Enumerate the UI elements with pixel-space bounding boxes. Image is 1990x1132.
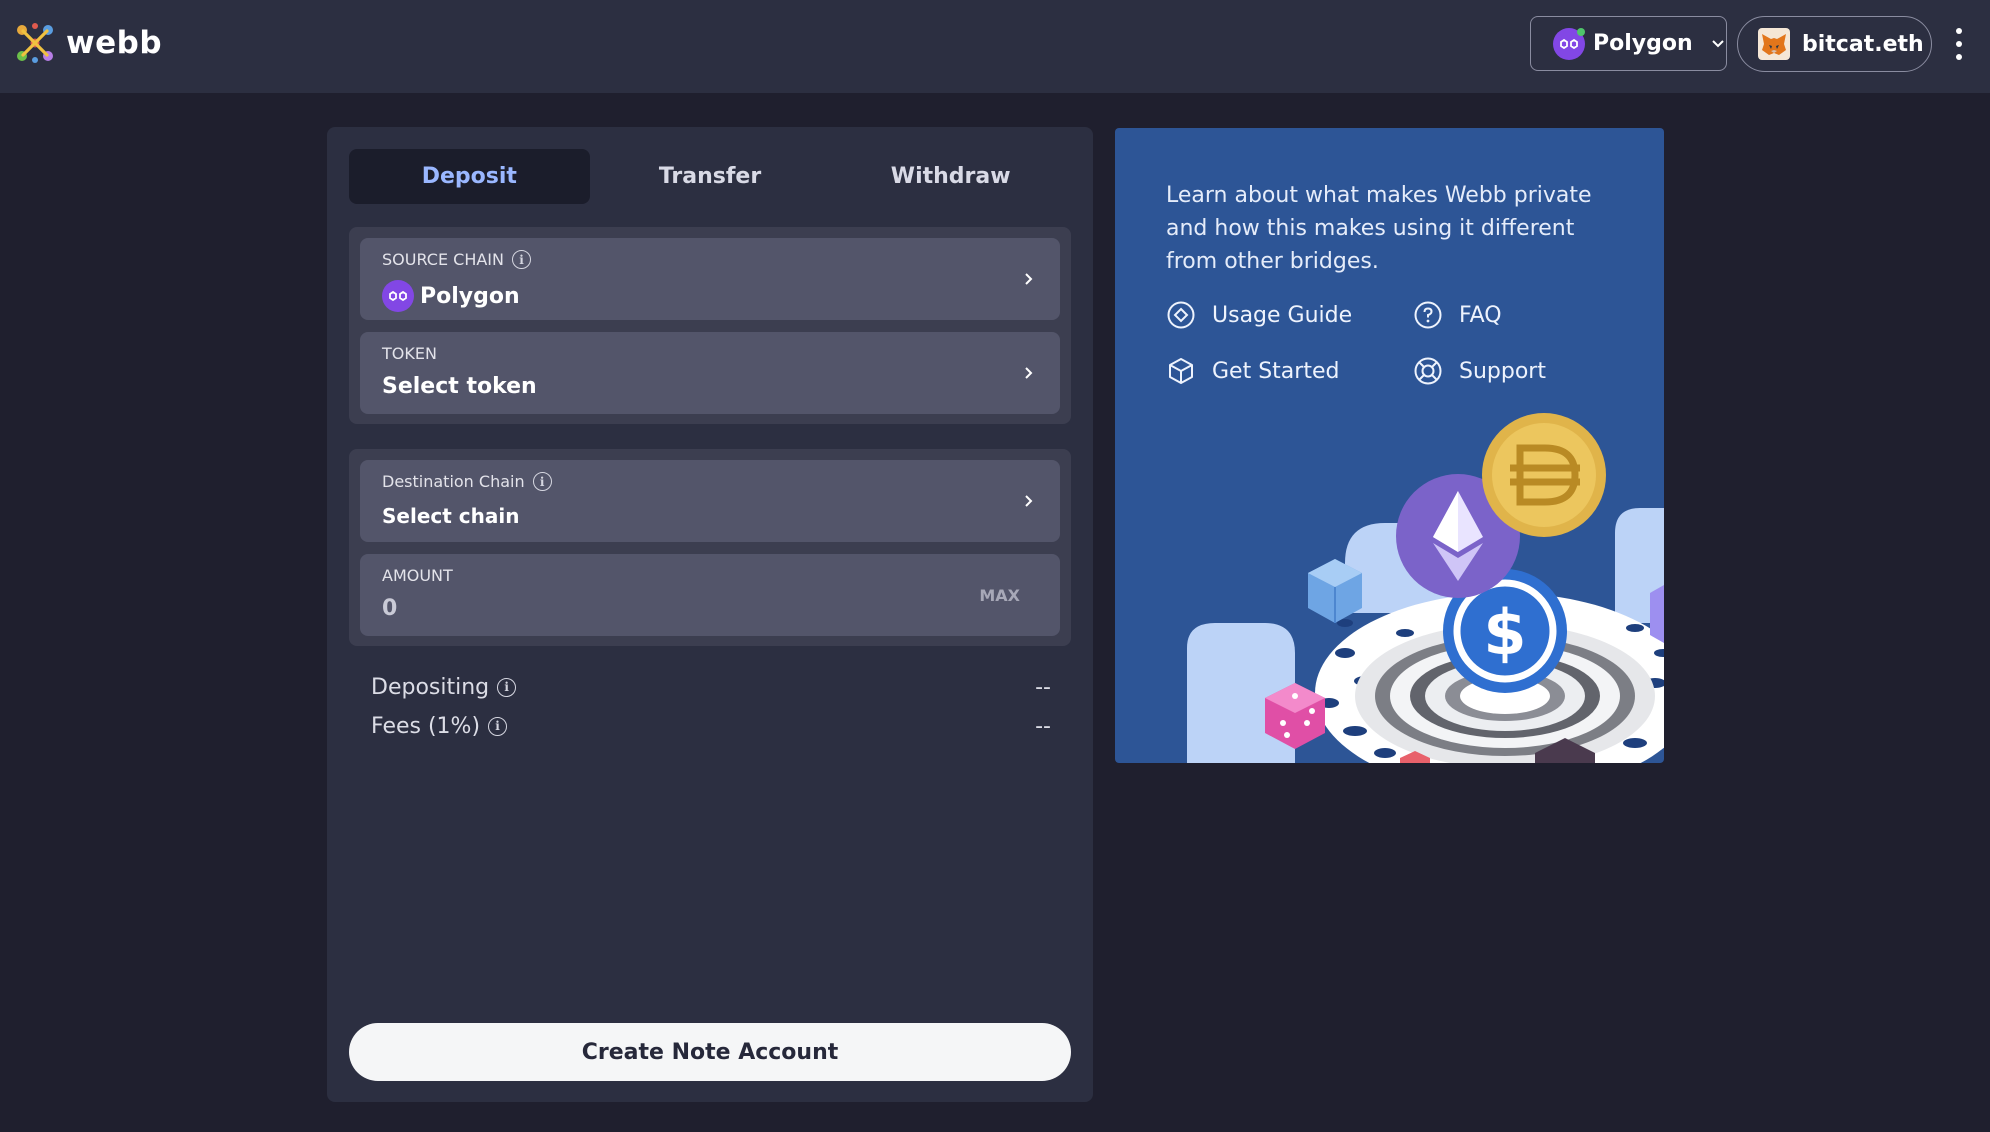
chevron-right-icon [1025, 495, 1033, 507]
top-bar: webb Polygon bitcat.eth [0, 0, 1990, 93]
source-chain-label: SOURCE CHAIN i [382, 250, 531, 269]
depositing-label: Depositing [371, 674, 490, 700]
token-selector[interactable]: TOKEN Select token [360, 332, 1060, 414]
info-icon[interactable]: i [532, 472, 552, 491]
token-value: Select token [382, 374, 537, 399]
more-menu-icon[interactable] [1948, 28, 1970, 60]
support-link[interactable]: Support [1413, 356, 1546, 386]
depositing-value: -- [1035, 674, 1051, 700]
bridge-panel: Deposit Transfer Withdraw SOURCE CHAIN i… [327, 127, 1093, 1102]
depositing-row: Depositing i -- [371, 672, 1051, 702]
faq-link[interactable]: FAQ [1413, 300, 1502, 330]
destination-group: Destination Chain i Select chain AMOUNT … [349, 449, 1071, 646]
amount-label: AMOUNT [382, 566, 453, 585]
wallet-address: bitcat.eth [1802, 31, 1924, 57]
amount-value-wrap [382, 596, 882, 621]
amount-input[interactable] [382, 596, 882, 621]
create-note-account-button[interactable]: Create Note Account [349, 1023, 1071, 1081]
max-button[interactable]: MAX [979, 586, 1020, 605]
brand-logo[interactable]: webb [14, 22, 162, 64]
source-group: SOURCE CHAIN i Polygon TOKEN Select toke… [349, 227, 1071, 424]
chevron-down-icon [1711, 39, 1724, 47]
tab-transfer[interactable]: Transfer [590, 149, 831, 204]
info-icon[interactable]: i [497, 677, 517, 697]
wallet-account-button[interactable]: bitcat.eth [1737, 16, 1932, 72]
compass-icon [1167, 301, 1195, 329]
get-started-link[interactable]: Get Started [1166, 356, 1339, 386]
info-description: Learn about what makes Webb private and … [1166, 183, 1592, 274]
svg-text:$: $ [1483, 596, 1526, 669]
webb-logo-icon [17, 23, 53, 63]
amount-field[interactable]: AMOUNT MAX [360, 554, 1060, 636]
chevron-right-icon [1025, 273, 1033, 285]
polygon-icon [382, 280, 414, 312]
source-chain-value: Polygon [382, 280, 520, 312]
usage-guide-link[interactable]: Usage Guide [1166, 300, 1352, 330]
metamask-fox-icon [1758, 28, 1790, 60]
info-card: Learn about what makes Webb private and … [1115, 128, 1664, 763]
brand-name: webb [66, 25, 163, 61]
info-icon[interactable]: i [488, 716, 508, 736]
fees-label: Fees (1%) [371, 713, 481, 739]
question-icon [1414, 301, 1442, 329]
lifebuoy-icon [1414, 357, 1442, 385]
destination-chain-value: Select chain [382, 504, 520, 528]
crypto-illustration: $ [1187, 413, 1664, 763]
polygon-icon [1553, 27, 1585, 60]
token-label: TOKEN [382, 344, 437, 363]
cube-icon [1169, 358, 1193, 384]
destination-chain-selector[interactable]: Destination Chain i Select chain [360, 460, 1060, 542]
fees-row: Fees (1%) i -- [371, 711, 1051, 741]
fees-value: -- [1035, 713, 1051, 739]
destination-chain-label: Destination Chain i [382, 472, 552, 491]
network-label: Polygon [1593, 31, 1693, 56]
source-chain-selector[interactable]: SOURCE CHAIN i Polygon [360, 238, 1060, 320]
tab-bar: Deposit Transfer Withdraw [349, 149, 1071, 204]
info-icon[interactable]: i [511, 250, 531, 269]
tab-withdraw[interactable]: Withdraw [830, 149, 1071, 204]
network-selector-button[interactable]: Polygon [1530, 16, 1727, 71]
chevron-right-icon [1025, 367, 1033, 379]
tab-deposit[interactable]: Deposit [349, 149, 590, 204]
